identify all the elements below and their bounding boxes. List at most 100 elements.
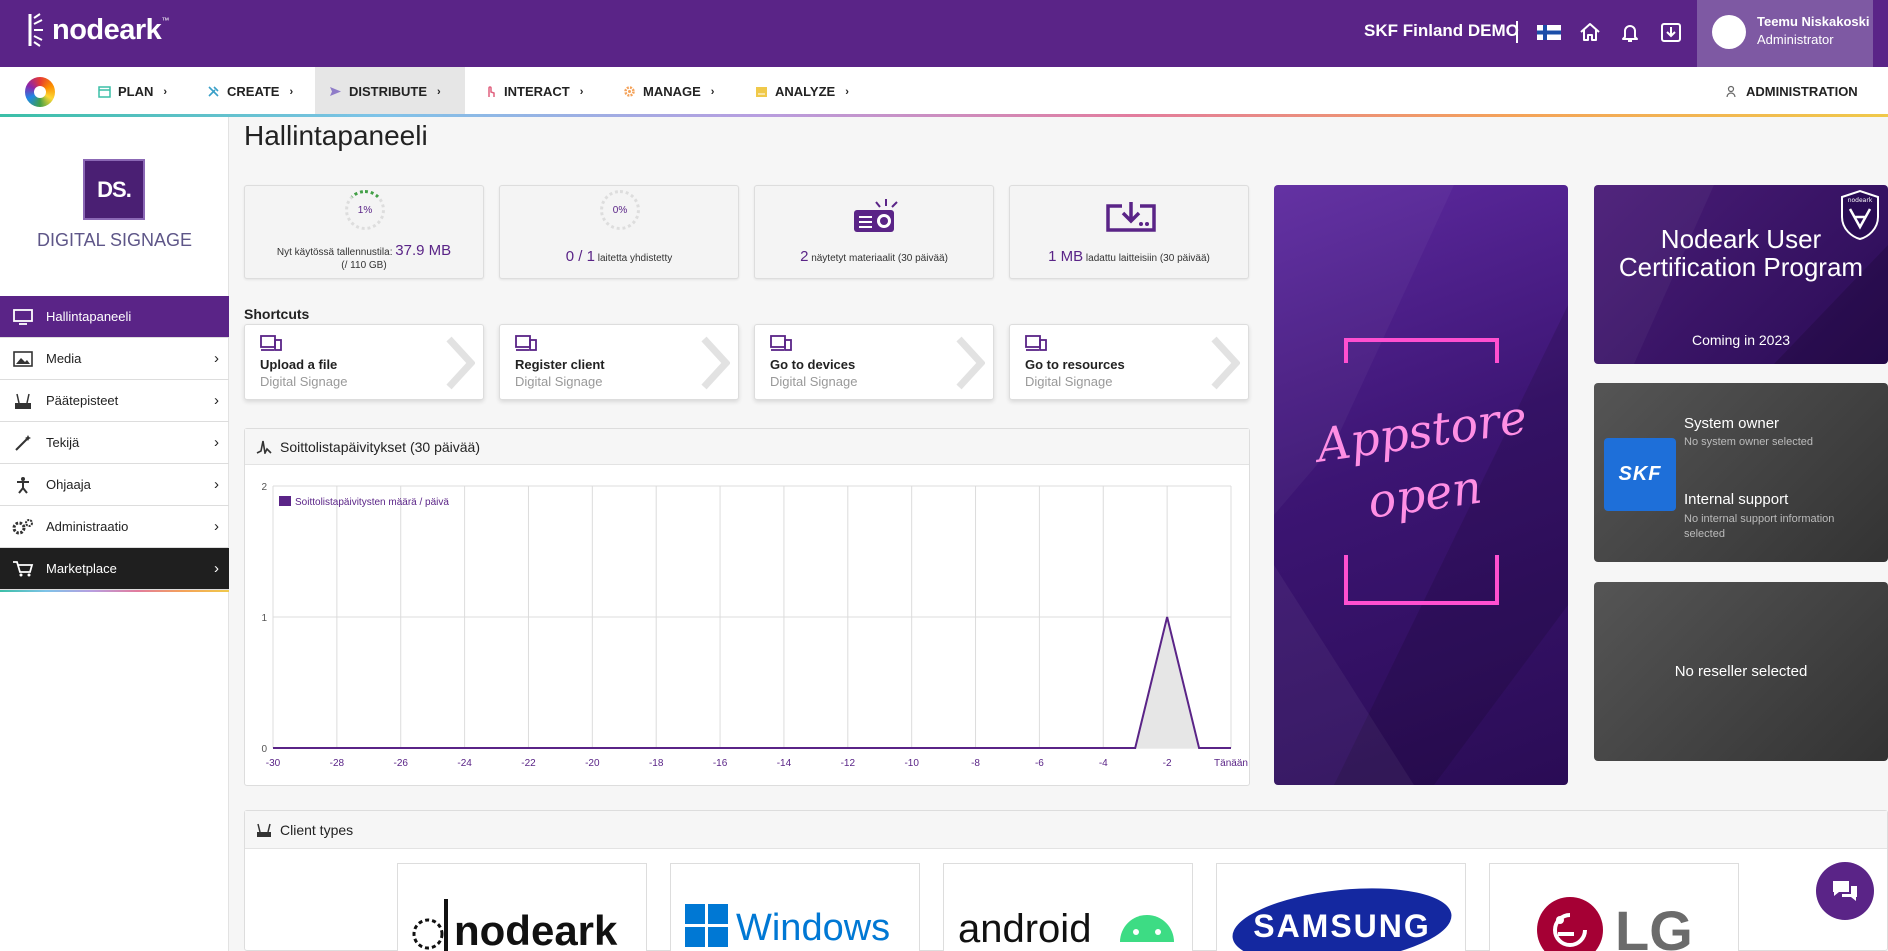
sidebar-item-label: Marketplace (46, 561, 117, 576)
devices-label: laitetta yhdistetty (597, 253, 673, 264)
nav-analyze[interactable]: ANALYZE › (741, 67, 863, 116)
client-type-windows[interactable]: Windows (670, 863, 920, 951)
chevron-right-icon: › (214, 392, 219, 409)
nav-create-label: CREATE (227, 84, 280, 99)
logo-text: nodeark (52, 13, 162, 46)
chevron-right-icon (1211, 336, 1240, 390)
shortcut-go-to-devices[interactable]: Go to devices Digital Signage (754, 324, 994, 400)
nodeark-logo[interactable]: nodeark ™ (26, 12, 169, 48)
sidebar-item-label: Tekijä (46, 435, 80, 450)
sidebar-item-media[interactable]: Media › (0, 338, 229, 380)
chart-icon (756, 87, 767, 97)
nav-create[interactable]: CREATE › (193, 67, 307, 116)
storage-total: (/ 110 GB) (341, 260, 387, 271)
x-tick-label: -14 (777, 758, 792, 769)
nav-administration[interactable]: ADMINISTRATION (1712, 67, 1872, 116)
samsung-client-logo: SAMSUNG (1232, 888, 1452, 951)
sidebar-item-label: Hallintapaneeli (46, 309, 132, 324)
chevron-right-icon: › (163, 85, 168, 98)
cart-icon (12, 560, 34, 578)
android-client-name: android (958, 907, 1091, 951)
client-type-android[interactable]: android (943, 863, 1193, 951)
chevron-right-icon: › (214, 350, 219, 367)
internal-support-value: No internal support information selected (1684, 513, 1835, 540)
client-type-samsung[interactable]: SAMSUNG (1216, 863, 1466, 951)
user-menu[interactable]: Teemu Niskakoski Administrator (1697, 0, 1873, 67)
nav-interact[interactable]: INTERACT › (470, 67, 597, 116)
page-title: Hallintapaneeli (244, 120, 428, 151)
windows-client-name: Windows (736, 907, 890, 949)
sidebar-item-paatepisteet[interactable]: Päätepisteet › (0, 380, 229, 422)
nav-distribute-label: DISTRIBUTE (349, 84, 427, 99)
x-tick-label: -6 (1035, 758, 1044, 769)
sidebar-item-hallintapaneeli[interactable]: Hallintapaneeli (0, 296, 229, 338)
appstore-promo-banner[interactable]: Appstore open (1274, 185, 1568, 785)
sidebar-item-tekija[interactable]: Tekijä › (0, 422, 229, 464)
download-box-icon[interactable] (1658, 19, 1684, 45)
x-tick-label: -22 (521, 758, 536, 769)
sidebar-item-marketplace[interactable]: Marketplace › (0, 548, 229, 590)
lg-client-logo: LG (1537, 897, 1693, 951)
chevron-right-icon: › (214, 434, 219, 451)
shortcut-upload-file[interactable]: Upload a file Digital Signage (244, 324, 484, 400)
devices-text: 0 / 1 laitetta yhdistetty (504, 248, 734, 265)
materials-stat-card: 2 näytetyt materiaalit (30 päivää) (754, 185, 994, 279)
client-types-title: Client types (280, 821, 354, 838)
nav-manage-label: MANAGE (643, 84, 701, 99)
x-tick-label: -10 (904, 758, 919, 769)
x-tick-label: -26 (394, 758, 409, 769)
chat-button[interactable] (1816, 862, 1874, 920)
logo-tm: ™ (161, 16, 170, 25)
materials-text: 2 näytetyt materiaalit (30 päivää) (759, 248, 989, 265)
x-tick-label: -24 (457, 758, 472, 769)
devices-icon (1025, 335, 1047, 351)
reseller-text: No reseller selected (1674, 663, 1808, 680)
app-title: DIGITAL SIGNAGE (36, 230, 193, 250)
x-tick-label: -28 (330, 758, 345, 769)
main-nav: PLAN › CREATE › DISTRIBUTE › INTERACT › MANA… (0, 67, 1888, 116)
y-tick-label: 1 (261, 613, 267, 624)
shortcut-go-to-resources[interactable]: Go to resources Digital Signage (1009, 324, 1249, 400)
avatar (1712, 15, 1746, 49)
legend-label: Soittolistapäivitysten määrä / päivä (295, 497, 449, 508)
chevron-right-icon: › (579, 85, 584, 98)
windows-client-logo: Windows (685, 904, 890, 949)
storage-percent: 1% (357, 204, 373, 216)
app-switcher-icon[interactable] (25, 77, 55, 107)
cert-subtitle: Coming in 2023 (1691, 332, 1791, 348)
devices-icon (260, 335, 282, 351)
sidebar-item-ohjaaja[interactable]: Ohjaaja › (0, 464, 229, 506)
shortcut-title: Upload a file (260, 357, 338, 372)
downloads-label: ladattu laitteisiin (30 päivää) (1085, 253, 1210, 264)
organization-name[interactable]: SKF Finland DEMO (1364, 21, 1519, 41)
nav-rainbow-divider (0, 114, 1888, 117)
download-device-icon (1106, 202, 1156, 232)
samsung-client-name: SAMSUNG (1253, 908, 1431, 944)
chart-panel-header: Soittolistapäivitykset (30 päivää) (245, 429, 1249, 465)
calendar-icon (98, 86, 111, 98)
projector-icon (854, 199, 898, 232)
nav-administration-label: ADMINISTRATION (1746, 84, 1858, 99)
bell-icon[interactable] (1617, 19, 1643, 45)
client-type-lg[interactable]: LG (1489, 863, 1739, 951)
devices-stat-card: 0% 0 / 1 laitetta yhdistetty (499, 185, 739, 279)
devices-progress-ring: 0% (600, 190, 640, 230)
skf-logo: SKF (1604, 438, 1676, 511)
certification-promo-banner[interactable]: nodeark Nodeark User Certification Progr… (1594, 185, 1888, 364)
cert-badge-text: nodeark (1848, 197, 1873, 204)
sidebar-item-administraatio[interactable]: Administraatio › (0, 506, 229, 548)
touch-icon (488, 86, 495, 97)
nav-plan[interactable]: PLAN › (84, 67, 181, 116)
nav-analyze-label: ANALYZE (775, 84, 836, 99)
cert-title: Nodeark User Certification Program (1618, 224, 1864, 282)
client-type-nodeark[interactable]: nodeark (397, 863, 647, 951)
home-icon[interactable] (1577, 19, 1603, 45)
chevron-right-icon: › (710, 85, 715, 98)
shortcut-register-client[interactable]: Register client Digital Signage (499, 324, 739, 400)
x-tick-label: Tänään (1214, 758, 1248, 769)
downloads-text: 1 MB ladattu laitteisiin (30 päivää) (1014, 248, 1244, 265)
nav-distribute[interactable]: DISTRIBUTE › (315, 67, 465, 116)
users-icon (1726, 85, 1736, 98)
finland-flag-icon[interactable] (1536, 19, 1562, 45)
nav-manage[interactable]: MANAGE › (609, 67, 728, 116)
